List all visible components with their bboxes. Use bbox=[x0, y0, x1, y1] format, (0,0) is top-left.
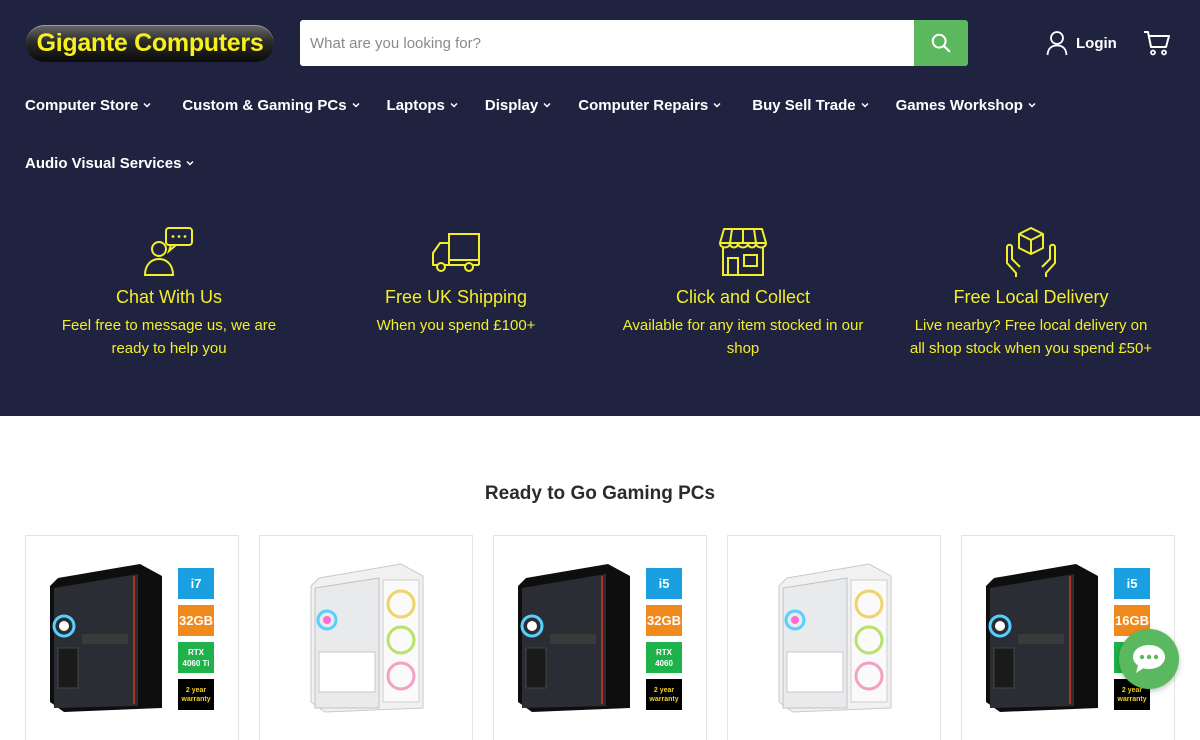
nav-label: Computer Store bbox=[25, 96, 139, 114]
user-icon bbox=[1046, 31, 1068, 56]
nav-games-workshop[interactable]: Games Workshop bbox=[896, 94, 1037, 116]
feature-title: Click and Collect bbox=[675, 287, 811, 307]
chevron-down-icon bbox=[1028, 102, 1036, 108]
shop-storefront-icon bbox=[719, 228, 767, 276]
nav-buy-sell-trade[interactable]: Buy Sell Trade bbox=[752, 94, 869, 116]
cart-icon bbox=[1144, 31, 1170, 56]
nav-custom-gaming-pcs[interactable]: Custom & Gaming PCs bbox=[182, 94, 360, 116]
nav-label: Computer Repairs bbox=[578, 96, 709, 114]
nav-computer-store[interactable]: Computer Store bbox=[25, 94, 152, 116]
nav-label: Buy Sell Trade bbox=[752, 96, 856, 114]
feature-title: Free UK Shipping bbox=[384, 287, 528, 307]
nav-label: Display bbox=[484, 96, 539, 114]
product-image bbox=[778, 563, 892, 713]
gpu-tag: RTX 4060 Ti bbox=[178, 642, 214, 673]
chevron-down-icon bbox=[713, 102, 721, 108]
main-nav-row-2: Audio Visual Services bbox=[25, 152, 195, 174]
search-bar bbox=[300, 20, 968, 66]
gpu-tag: RTX 4060 bbox=[646, 642, 682, 673]
nav-audio-visual-services[interactable]: Audio Visual Services bbox=[25, 152, 195, 174]
product-image bbox=[986, 564, 1098, 712]
feature-title: Free Local Delivery bbox=[953, 287, 1109, 307]
brand-name: Gigante Computers bbox=[36, 29, 264, 57]
cart-button[interactable] bbox=[1143, 29, 1171, 57]
product-image bbox=[518, 564, 630, 712]
main-nav-row-1: Computer Store Custom & Gaming PCs Lapto… bbox=[25, 94, 1037, 116]
warranty-tag: 2 year warranty bbox=[646, 679, 682, 710]
feature-description: Feel free to message us, we are ready to… bbox=[61, 317, 277, 357]
chevron-down-icon bbox=[186, 160, 194, 166]
cpu-tag: i7 bbox=[178, 568, 214, 599]
feature-click-collect: Click and Collect Available for any item… bbox=[618, 225, 868, 360]
chevron-down-icon bbox=[143, 102, 151, 108]
search-button[interactable] bbox=[914, 20, 968, 66]
product-card[interactable] bbox=[727, 535, 941, 740]
cpu-tag: i5 bbox=[646, 568, 682, 599]
product-image bbox=[310, 563, 424, 713]
brand-logo[interactable]: Gigante Computers bbox=[26, 25, 274, 62]
spec-tags: i5 32GB RTX 4060 2 year warranty bbox=[646, 568, 682, 710]
ram-tag: 32GB bbox=[646, 605, 682, 636]
hands-box-icon bbox=[1006, 227, 1056, 277]
spec-tags: i7 32GB RTX 4060 Ti 2 year warranty bbox=[178, 568, 214, 710]
feature-description: When you spend £100+ bbox=[376, 317, 536, 334]
nav-label: Games Workshop bbox=[895, 96, 1023, 114]
delivery-truck-icon bbox=[432, 233, 480, 272]
search-input[interactable] bbox=[300, 20, 914, 66]
nav-label: Custom & Gaming PCs bbox=[182, 96, 347, 114]
ram-tag: 32GB bbox=[178, 605, 214, 636]
chevron-down-icon bbox=[352, 102, 360, 108]
product-card[interactable]: i5 32GB RTX 4060 2 year warranty bbox=[493, 535, 707, 740]
product-image bbox=[50, 564, 162, 712]
feature-local-delivery: Free Local Delivery Live nearby? Free lo… bbox=[906, 225, 1156, 360]
cpu-tag: i5 bbox=[1114, 568, 1150, 599]
nav-laptops[interactable]: Laptops bbox=[387, 94, 459, 116]
product-grid: i7 32GB RTX 4060 Ti 2 year warranty i5 3… bbox=[25, 535, 1175, 740]
chat-widget-button[interactable] bbox=[1119, 629, 1179, 689]
nav-display[interactable]: Display bbox=[485, 94, 552, 116]
nav-label: Laptops bbox=[386, 96, 445, 114]
feature-description: Available for any item stocked in our sh… bbox=[622, 317, 864, 357]
product-card[interactable]: i7 32GB RTX 4060 Ti 2 year warranty bbox=[25, 535, 239, 740]
feature-description: Live nearby? Free local delivery on all … bbox=[909, 317, 1153, 357]
chat-support-icon bbox=[143, 227, 193, 276]
login-link[interactable]: Login bbox=[1046, 30, 1117, 56]
feature-title: Chat With Us bbox=[115, 287, 223, 307]
login-label: Login bbox=[1076, 34, 1117, 52]
feature-chat: Chat With Us Feel free to message us, we… bbox=[44, 225, 294, 360]
nav-computer-repairs[interactable]: Computer Repairs bbox=[578, 94, 722, 116]
chevron-down-icon bbox=[450, 102, 458, 108]
search-icon bbox=[931, 33, 951, 53]
nav-label: Audio Visual Services bbox=[25, 154, 182, 172]
feature-shipping: Free UK Shipping When you spend £100+ bbox=[331, 225, 581, 337]
product-card[interactable] bbox=[259, 535, 473, 740]
chat-bubble-icon bbox=[1133, 645, 1165, 673]
chevron-down-icon bbox=[861, 102, 869, 108]
warranty-tag: 2 year warranty bbox=[178, 679, 214, 710]
site-header: Gigante Computers Login Computer Store bbox=[0, 0, 1200, 416]
section-title: Ready to Go Gaming PCs bbox=[484, 483, 716, 504]
chevron-down-icon bbox=[543, 102, 551, 108]
